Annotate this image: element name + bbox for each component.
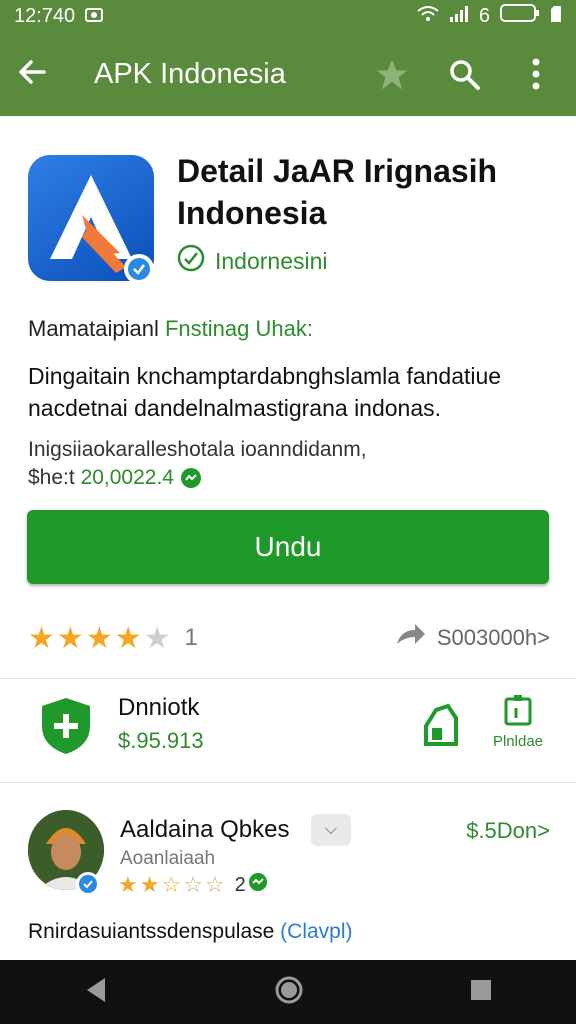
star-icon[interactable] <box>368 50 416 98</box>
share-arrow-icon <box>395 622 427 654</box>
battery-icon <box>500 4 540 28</box>
camera-notification-icon <box>85 5 104 28</box>
update-date: 20,0022.4 <box>80 466 174 489</box>
security-value: $.95.913 <box>118 728 204 753</box>
star-half-icon: ☆ <box>161 872 182 897</box>
star-empty-icon: ☆ <box>204 872 225 897</box>
app-title: Detail JaAR Irignasih Indonesia <box>177 153 498 231</box>
home-circle-icon[interactable] <box>274 975 304 1010</box>
security-row: Dnniotk $.95.913 Plnldae <box>28 690 550 770</box>
app-bar-title: APK Indonesia <box>94 57 286 90</box>
device-icon[interactable]: Plnldae <box>488 694 548 750</box>
review-text: Rnirdasuiantssdenspulase <box>28 920 275 943</box>
rating-stars: ★ ★ ★ ★ ★ 1 <box>28 621 198 656</box>
status-time: 12:740 <box>14 4 76 27</box>
meta-value: Fnstinag Uhak: <box>164 316 313 341</box>
star-icon: ★ <box>114 621 142 655</box>
developer-name: Indornesini <box>215 247 328 274</box>
chat-icon <box>248 872 268 898</box>
star-icon: ★ <box>85 621 113 655</box>
rating-count: 1 <box>184 624 198 651</box>
review-item: Aaldaina Qbkes ⌵ Aoanlaiaah ★ ★ ☆ ☆ ☆ 2 … <box>28 810 550 910</box>
search-icon[interactable] <box>440 50 488 98</box>
security-title: Dnniotk <box>118 694 200 721</box>
review-count: 2 <box>234 873 246 896</box>
review-price-link[interactable]: $.5Don> <box>466 818 550 844</box>
chevron-down-icon[interactable]: ⌵ <box>311 814 351 846</box>
verified-badge-icon <box>124 254 154 284</box>
developer-verified-icon <box>177 244 205 278</box>
android-icon[interactable] <box>418 698 464 753</box>
star-icon: ★ <box>56 621 84 655</box>
review-text-row: Rnirdasuiantssdenspulase (Clavpl) <box>28 920 353 944</box>
app-subinfo: Inigsiiaokaralleshotala ioanndidanm, $he… <box>28 436 548 492</box>
status-bar: 12:740 6 <box>0 0 576 32</box>
review-link[interactable]: (Clavpl) <box>280 920 352 943</box>
star-empty-icon: ★ <box>143 621 171 655</box>
meta-label: Mamataipianl <box>28 316 159 341</box>
system-nav-bar <box>0 960 576 1024</box>
rating-row: ★ ★ ★ ★ ★ 1 S003000h> <box>28 618 550 658</box>
wifi-icon <box>417 5 439 28</box>
chat-icon <box>180 466 202 489</box>
app-bar: APK Indonesia <box>0 32 576 116</box>
back-triangle-icon[interactable] <box>83 976 109 1009</box>
signal-icon <box>449 5 469 28</box>
share-text: S003000h> <box>436 625 550 650</box>
device-label: Plnldae <box>492 733 544 750</box>
sub-prefix: $he:t <box>28 466 75 489</box>
star-icon: ★ <box>28 621 55 655</box>
review-stars: ★ ★ ☆ ☆ ☆ 2 <box>118 872 268 898</box>
reviewer-subtitle: Aoanlaiaah <box>120 848 216 869</box>
divider <box>0 678 576 679</box>
battery-level: 6 <box>478 4 490 27</box>
developer-row[interactable]: Indornesini <box>177 244 328 278</box>
shield-plus-icon <box>38 696 94 761</box>
arrow-left-icon[interactable] <box>16 56 48 93</box>
star-icon: ★ <box>118 872 138 897</box>
divider <box>0 782 576 783</box>
more-vert-icon[interactable] <box>512 50 560 98</box>
meta-line: Mamataipianl Fnstinag Uhak: <box>28 316 313 342</box>
star-icon: ★ <box>139 872 160 897</box>
sim-icon <box>550 5 562 28</box>
share-button[interactable]: S003000h> <box>395 622 550 654</box>
reviewer-name: Aaldaina Qbkes <box>120 816 290 843</box>
app-description: Dingaitain knchamptardabnghslamla fandat… <box>28 363 502 421</box>
star-empty-icon: ☆ <box>183 872 203 897</box>
install-button[interactable]: Undu <box>27 510 549 584</box>
sub-text: Inigsiiaokaralleshotala ioanndidanm, <box>28 438 367 461</box>
recents-square-icon[interactable] <box>469 978 493 1007</box>
avatar-verified-icon <box>76 872 100 896</box>
